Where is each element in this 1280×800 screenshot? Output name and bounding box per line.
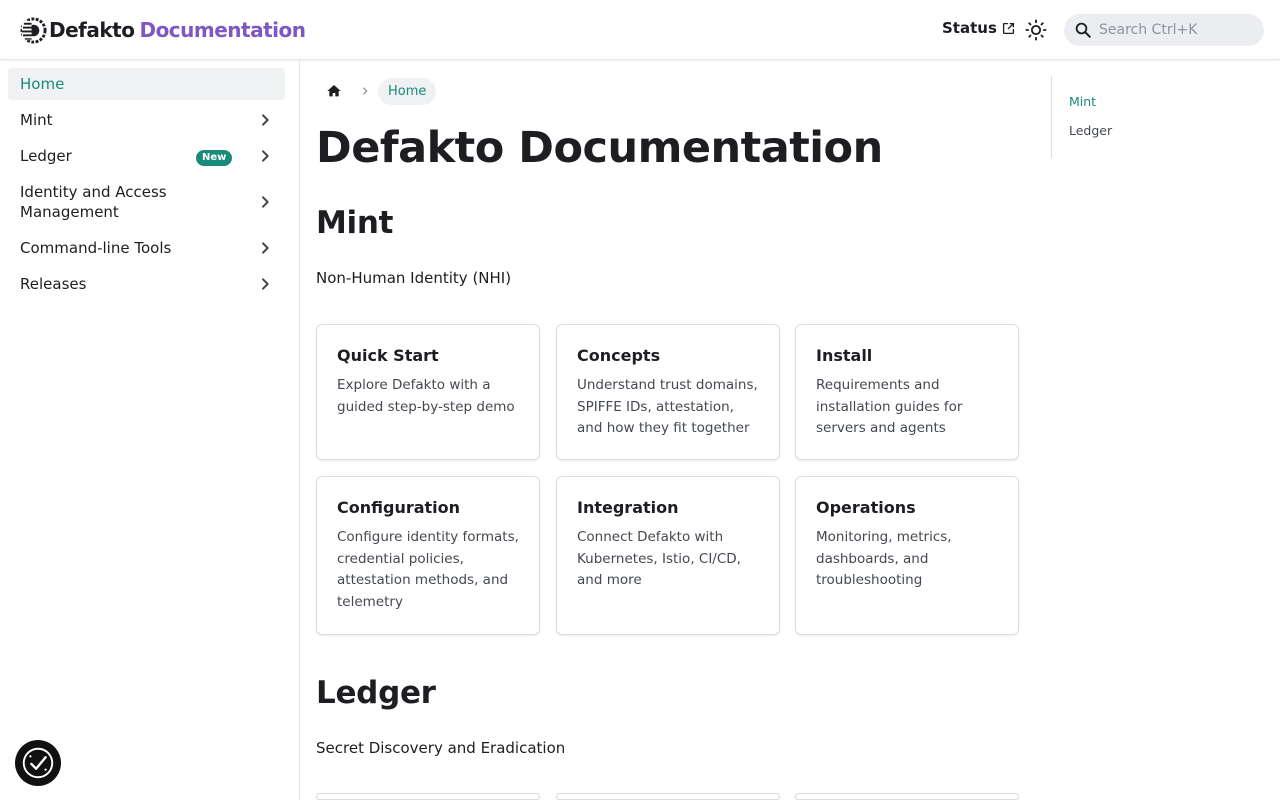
sidebar-item-ledger[interactable]: Ledger New [8, 140, 285, 172]
card-integration[interactable]: Integration Connect Defakto with Kuberne… [556, 476, 780, 635]
sidebar-item-label: Ledger [20, 147, 72, 165]
navbar: Defakto Documentation Status [0, 0, 1280, 60]
card-ledger-partial[interactable] [795, 793, 1019, 800]
card-title: Integration [577, 498, 679, 517]
card-title: Concepts [577, 346, 661, 365]
card-description: Monitoring, metrics, dashboards, and tro… [816, 529, 952, 588]
chevron-right-icon[interactable] [257, 194, 273, 210]
chevron-right-icon[interactable] [257, 276, 273, 292]
section-subtitle-ledger: Secret Discovery and Eradication [316, 739, 566, 757]
sidebar-item-home[interactable]: Home [8, 68, 285, 100]
sidebar-item-command-line-tools[interactable]: Command-line Tools [8, 232, 285, 264]
toc-item-ledger[interactable]: Ledger [1069, 123, 1112, 138]
brand-link[interactable]: Defakto Documentation [20, 15, 306, 45]
home-icon [327, 85, 341, 97]
sidebar-item-label: Mint [20, 111, 53, 129]
sidebar-item-label: Home [20, 75, 65, 93]
sidebar-item-label: Command-line Tools [20, 239, 172, 257]
search-input[interactable] [1099, 22, 1249, 38]
sidebar-item-label: Releases [20, 275, 87, 293]
card-quick-start[interactable]: Quick Start Explore Defakto with a guide… [316, 324, 540, 460]
sidebar-item-identity-access-management[interactable]: Identity and Access Management [8, 176, 285, 228]
chevron-right-icon[interactable] [257, 148, 273, 164]
card-description: Configure identity formats, credential p… [337, 529, 519, 610]
card-description: Understand trust domains, SPIFFE IDs, at… [577, 377, 758, 436]
card-configuration[interactable]: Configuration Configure identity formats… [316, 476, 540, 635]
checkmark-badge-icon [22, 747, 54, 779]
sidebar-item-label: Identity and Access Management [20, 183, 167, 221]
card-description: Requirements and installation guides for… [816, 377, 963, 436]
section-title-ledger: Ledger [316, 675, 436, 711]
breadcrumb-home-link[interactable] [316, 76, 352, 106]
external-link-icon [1002, 22, 1014, 34]
defakto-logo-icon [20, 16, 47, 44]
brand-subtitle: Documentation [139, 18, 306, 42]
theme-toggle-button[interactable] [1022, 16, 1050, 44]
breadcrumb: Home [316, 76, 437, 106]
breadcrumb-current: Home [378, 77, 437, 105]
card-title: Operations [816, 498, 916, 517]
sun-icon [1025, 19, 1047, 41]
table-of-contents: Mint Ledger [1051, 76, 1251, 158]
search-box[interactable] [1064, 14, 1264, 46]
card-operations[interactable]: Operations Monitoring, metrics, dashboar… [795, 476, 1019, 635]
brand-name: Defakto [49, 18, 135, 42]
toc-item-mint[interactable]: Mint [1069, 94, 1096, 109]
status-label: Status [942, 19, 997, 37]
sidebar: Home Mint Ledger New Identity and Access… [0, 60, 300, 800]
sidebar-item-mint[interactable]: Mint [8, 104, 285, 136]
card-title: Install [816, 346, 873, 365]
card-title: Quick Start [337, 346, 439, 365]
card-title: Configuration [337, 498, 461, 517]
search-icon [1075, 22, 1091, 38]
page-title: Defakto Documentation [316, 123, 883, 173]
card-ledger-partial[interactable] [556, 793, 780, 800]
chevron-right-icon[interactable] [257, 240, 273, 256]
card-install[interactable]: Install Requirements and installation gu… [795, 324, 1019, 460]
card-concepts[interactable]: Concepts Understand trust domains, SPIFF… [556, 324, 780, 460]
status-link[interactable]: Status [942, 19, 1015, 37]
section-title-mint: Mint [316, 205, 394, 241]
sidebar-item-releases[interactable]: Releases [8, 268, 285, 300]
section-subtitle-mint: Non-Human Identity (NHI) [316, 269, 512, 287]
card-ledger-partial[interactable] [316, 793, 540, 800]
chevron-right-icon[interactable] [257, 112, 273, 128]
feedback-widget-button[interactable] [15, 740, 61, 786]
chevron-right-icon [352, 86, 378, 96]
card-description: Connect Defakto with Kubernetes, Istio, … [577, 529, 741, 588]
new-badge: New [196, 150, 233, 166]
card-description: Explore Defakto with a guided step-by-st… [337, 377, 515, 415]
